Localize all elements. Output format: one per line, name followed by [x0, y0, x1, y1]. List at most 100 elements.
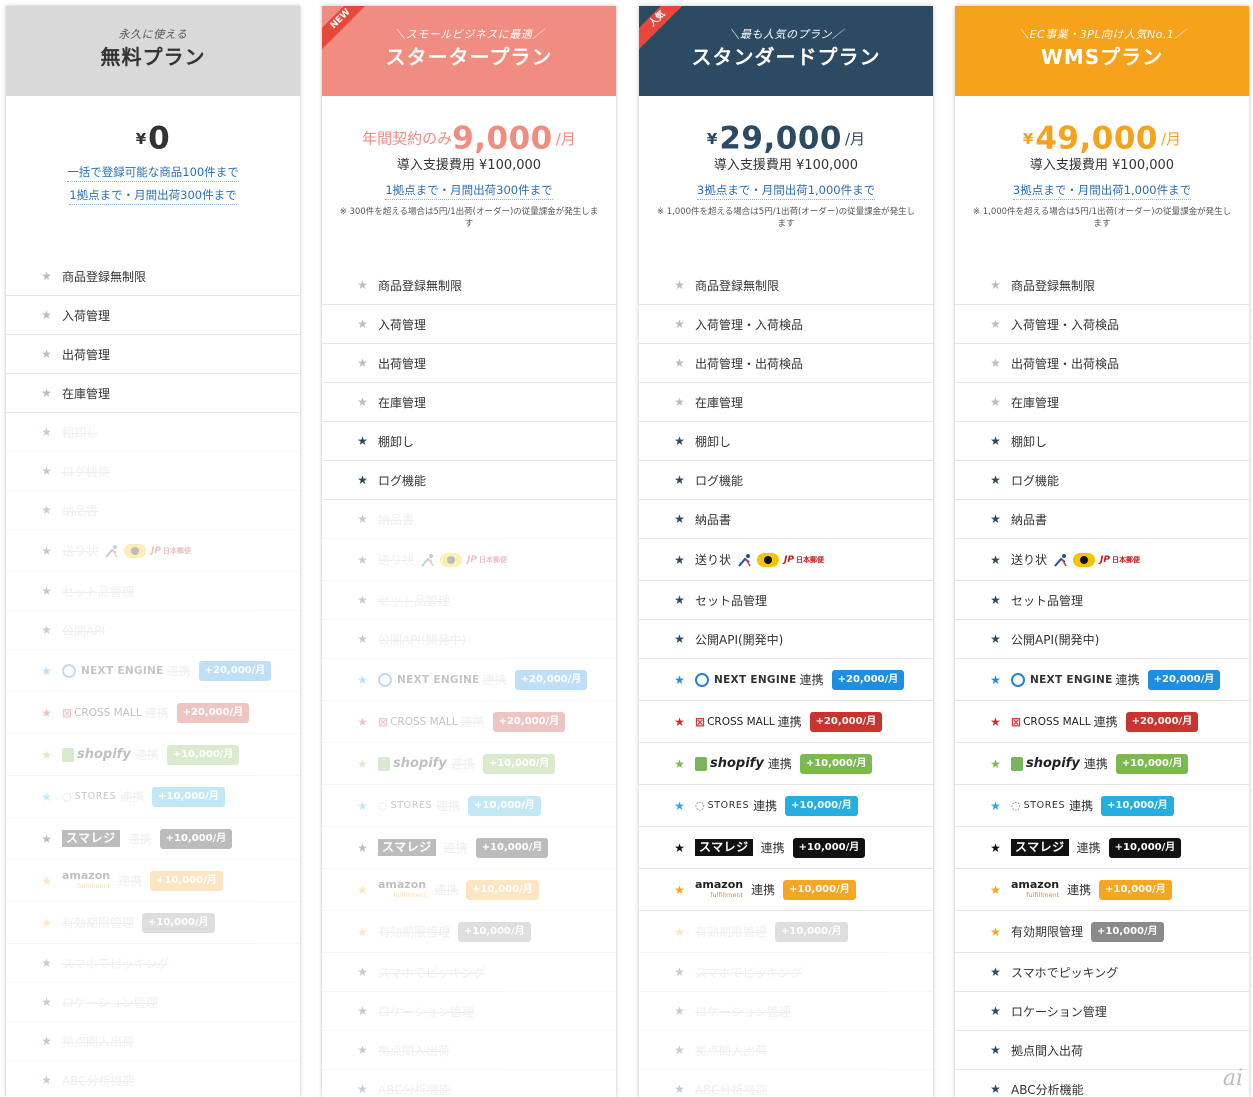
plan-price: ¥0: [6, 118, 300, 158]
star-icon: ★: [674, 798, 685, 813]
sagawa-logo-icon: [420, 553, 436, 567]
star-icon: ★: [41, 503, 52, 517]
feature-row: ★ ⊠ CROSS MALL 連携 +20,000/月: [639, 701, 933, 743]
japan-post-mark: JP: [467, 554, 477, 565]
yamato-logo-icon: [1073, 552, 1096, 567]
cross-mall-logo: CROSS MALL: [390, 715, 458, 728]
feature-label: 入荷管理・入荷検品: [695, 317, 804, 332]
feature-label: ABC分析機能: [1011, 1082, 1084, 1097]
plan-name: スタンダードプラン: [691, 45, 881, 69]
stores-logo-icon: ◌: [695, 799, 705, 812]
feature-row: ★ 商品登録無制限: [639, 266, 933, 305]
price-badge: +10,000/月: [142, 912, 215, 933]
star-icon: ★: [674, 1004, 685, 1018]
price-badge: +10,000/月: [159, 828, 233, 849]
feature-label: 送り状: [378, 553, 415, 567]
feature-label: スマホでピッキング: [378, 965, 486, 980]
star-icon: ★: [357, 840, 368, 855]
feature-list: ★ 商品登録無制限 ★ 入荷管理 ★ 出荷管理 ★ 在庫管理 ★ 棚卸し ★ ログ機能 ★ 納品書 ★ 送り状…: [6, 257, 300, 1097]
star-icon: ★: [674, 924, 685, 939]
plan-limit: 1拠点まで・月間出荷300件まで: [69, 187, 237, 205]
feature-row: ★ 納品書: [639, 500, 933, 539]
shopify-bag-icon: [62, 747, 74, 762]
star-icon: ★: [357, 965, 368, 979]
star-icon: ★: [674, 756, 685, 771]
star-icon: ★: [674, 473, 685, 487]
price-badge: +10,000/月: [1108, 837, 1182, 858]
feature-label: 在庫管理: [695, 395, 744, 410]
plan-card-wms: ＼EC事業・3PL向け人気No.1／ WMSプラン ¥49,000/月 導入支援費用 …: [955, 6, 1249, 1097]
feature-row: ★ 送り状 JP 日本郵便: [639, 539, 933, 581]
star-icon: ★: [41, 347, 52, 361]
feature-row: ★ ログ機能: [955, 461, 1249, 500]
price-badge: +20,000/月: [809, 711, 883, 732]
feature-label: ログ機能: [62, 464, 111, 479]
star-icon: ★: [357, 512, 368, 526]
feature-row: ★ セット品管理: [322, 581, 616, 620]
feature-list: ★ 商品登録無制限 ★ 入荷管理・入荷検品 ★ 出荷管理・出荷検品 ★ 在庫管理 ★ 棚卸し ★ ログ…: [639, 266, 933, 1097]
star-icon: ★: [990, 965, 1001, 979]
star-icon: ★: [357, 1004, 368, 1018]
price-badge: +20,000/月: [1125, 711, 1199, 732]
price-badge: +20,000/月: [492, 711, 566, 732]
price-unit: /月: [555, 129, 576, 148]
feature-row: ★ ◌ STORES 連携 +10,000/月: [639, 785, 933, 827]
feature-label: 連携: [134, 748, 159, 762]
amazon-logo: amazon fulfillment: [695, 879, 743, 900]
shopify-logo: shopify: [77, 747, 131, 762]
feature-row: ★ 送り状 JP 日本郵便: [322, 539, 616, 581]
feature-label: ログ機能: [1011, 473, 1060, 488]
star-icon: ★: [674, 882, 685, 897]
star-icon: ★: [41, 584, 52, 598]
star-icon: ★: [990, 1082, 1001, 1096]
feature-label: 拠点間入出荷: [62, 1034, 135, 1049]
star-icon: ★: [674, 1043, 685, 1057]
plan-limit: 1拠点まで・月間出荷300件まで: [385, 182, 553, 200]
japan-post-text: 日本郵便: [1111, 555, 1140, 564]
feature-label: 連携: [777, 715, 802, 729]
smaregi-logo: スマレジ: [1011, 839, 1069, 856]
plan-card-free: 永久に使える 無料プラン ¥0 一括で登録可能な商品100件まで 1拠点まで・月間出荷3…: [6, 6, 300, 1097]
feature-row: ★ スマレジ 連携 +10,000/月: [322, 827, 616, 869]
price-amount: 29,000: [719, 120, 842, 157]
price-badge: +10,000/月: [775, 921, 848, 942]
japan-post-logo: JP 日本郵便: [467, 555, 507, 565]
feature-row: ★ 出荷管理: [322, 344, 616, 383]
star-icon: ★: [357, 356, 368, 370]
feature-row: ★ 有効期限管理 +10,000/月: [955, 911, 1249, 953]
feature-row: ★ ABC分析機能: [639, 1070, 933, 1097]
yamato-logo-icon: [440, 552, 463, 567]
shopify-bag-icon: [695, 756, 707, 771]
feature-label: 商品登録無制限: [1011, 278, 1096, 293]
shopify-logo: shopify: [1026, 756, 1080, 771]
feature-row: ★ ⊠ CROSS MALL 連携 +20,000/月: [322, 701, 616, 743]
price-badge: +10,000/月: [166, 744, 240, 765]
feature-row: ★ NEXT ENGINE 連携 +20,000/月: [955, 659, 1249, 701]
price-amount: 9,000: [452, 120, 553, 157]
feature-row: ★ ABC分析機能: [322, 1070, 616, 1097]
price-badge: +10,000/月: [152, 786, 225, 807]
next-engine-logo-icon: [62, 663, 76, 678]
japan-post-logo: JP 日本郵便: [1100, 555, 1140, 565]
feature-list: ★ 商品登録無制限 ★ 入荷管理 ★ 出荷管理 ★ 在庫管理 ★ 棚卸し ★ ログ機能 ★ 納品書 ★ 送り状…: [322, 266, 616, 1097]
feature-label: ロケーション管理: [378, 1004, 474, 1019]
shopify-logo: shopify: [710, 756, 764, 771]
feature-label: スマホでピッキング: [62, 956, 170, 971]
star-icon: ★: [674, 356, 685, 370]
price-badge: +10,000/月: [783, 879, 856, 900]
feature-row: ★ shopify 連携 +10,000/月: [6, 734, 300, 776]
next-engine-logo-icon: [1011, 672, 1025, 687]
feature-row: ★ 拠点間入出荷: [955, 1031, 1249, 1070]
cross-mall-logo: CROSS MALL: [707, 715, 775, 728]
japan-post-mark: JP: [784, 554, 794, 565]
sagawa-logo-icon: [737, 553, 753, 567]
feature-row: ★ 公開API(開発中): [639, 620, 933, 659]
japan-post-text: 日本郵便: [478, 555, 507, 564]
feature-label: 公開API: [62, 623, 105, 638]
sagawa-logo-icon: [104, 544, 120, 558]
star-icon: ★: [674, 714, 685, 729]
price-unit: /月: [1161, 129, 1182, 148]
star-icon: ★: [674, 434, 685, 448]
star-icon: ★: [674, 632, 685, 646]
feature-label: 連携: [1115, 673, 1140, 687]
